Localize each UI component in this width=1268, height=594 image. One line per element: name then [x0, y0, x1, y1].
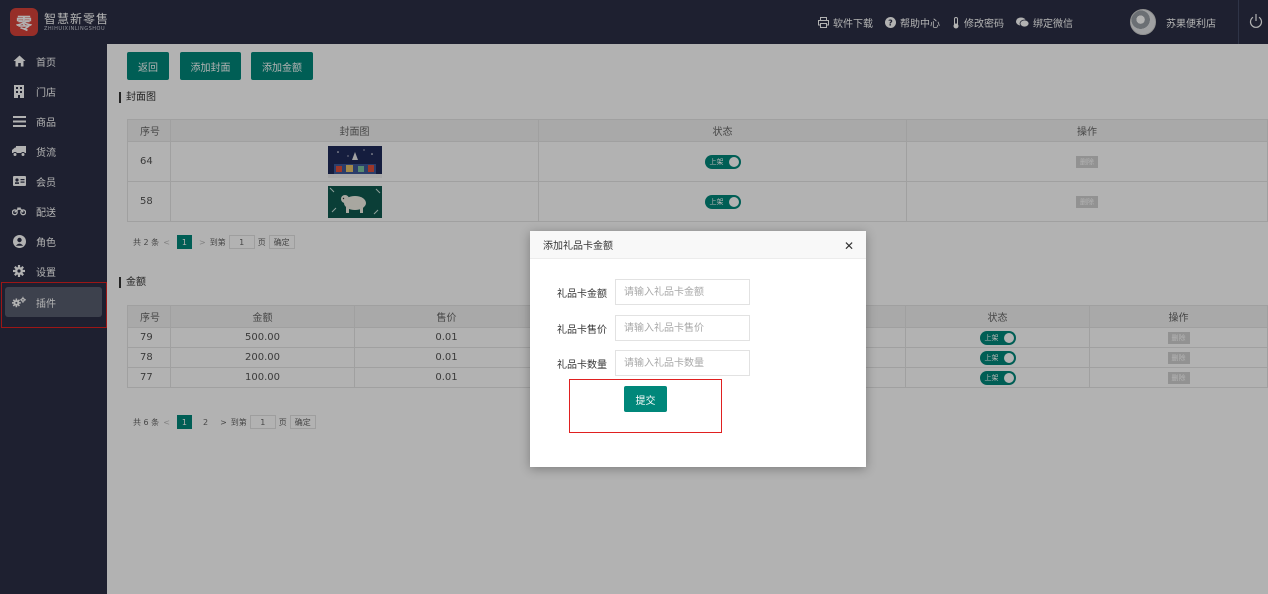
- dialog-title: 添加礼品卡金额: [543, 241, 613, 252]
- field-label: 礼品卡数量: [557, 359, 607, 371]
- dialog-header: 添加礼品卡金额 ✕: [530, 231, 866, 259]
- field-label: 礼品卡金额: [557, 288, 607, 300]
- highlight-box-submit: [569, 379, 722, 433]
- gift-card-quantity-input[interactable]: [615, 350, 750, 376]
- form-row-quantity: 礼品卡数量: [530, 350, 750, 376]
- close-icon[interactable]: ✕: [844, 239, 854, 253]
- gift-card-price-input[interactable]: [615, 315, 750, 341]
- field-label: 礼品卡售价: [557, 324, 607, 336]
- form-row-price: 礼品卡售价: [530, 315, 750, 341]
- form-row-amount: 礼品卡金额: [530, 279, 750, 305]
- gift-card-amount-input[interactable]: [615, 279, 750, 305]
